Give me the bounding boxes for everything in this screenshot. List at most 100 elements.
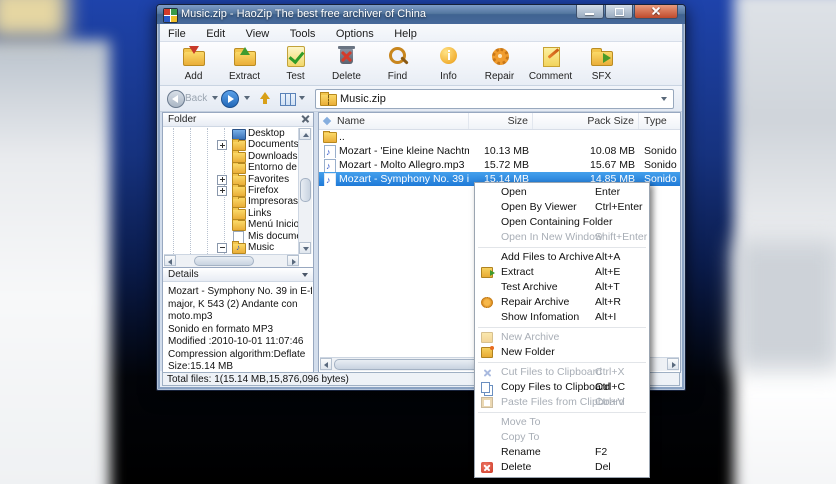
tree-item-documents[interactable]: Documents bbox=[164, 138, 298, 152]
tree-item-firefox[interactable]: Firefox bbox=[164, 184, 298, 197]
up-folder-icon[interactable] bbox=[260, 92, 270, 104]
address-combo[interactable]: Music.zip bbox=[315, 89, 674, 109]
menu-item-rename[interactable]: Rename F2 bbox=[475, 445, 649, 460]
menu-item-open-containing-folder[interactable]: Open Containing Folder bbox=[475, 215, 649, 230]
close-button[interactable] bbox=[634, 5, 678, 19]
maximize-button[interactable] bbox=[605, 5, 633, 19]
details-line: major, K 543 (2) Andante con bbox=[168, 298, 298, 310]
menu-item-repair-archive[interactable]: Repair Archive Alt+R bbox=[475, 295, 649, 310]
expand-minus-icon[interactable] bbox=[217, 242, 227, 253]
scroll-up-icon[interactable] bbox=[299, 128, 311, 140]
tree-item-desktop[interactable]: Desktop bbox=[164, 128, 298, 140]
menu-item-test-archive[interactable]: Test Archive Alt+T bbox=[475, 280, 649, 295]
tree-item-menu-inicio[interactable]: Menú Inicio bbox=[164, 218, 298, 232]
music-file-icon bbox=[324, 145, 336, 158]
expand-plus-icon[interactable] bbox=[217, 140, 227, 151]
tree-item-impresoras[interactable]: Impresoras bbox=[164, 195, 298, 209]
add-button[interactable]: Add bbox=[168, 42, 219, 84]
tree-item-favorites[interactable]: Favorites bbox=[164, 173, 298, 186]
scroll-left-icon[interactable] bbox=[164, 255, 176, 266]
window-title: Music.zip - HaoZip The best free archive… bbox=[181, 8, 426, 20]
menu-item-add-files-to-archive[interactable]: Add Files to Archive Alt+A bbox=[475, 250, 649, 265]
scroll-right-icon[interactable] bbox=[667, 358, 679, 370]
scroll-thumb[interactable] bbox=[194, 256, 254, 266]
blurred-background-right-mid bbox=[735, 240, 836, 370]
menu-options[interactable]: Options bbox=[328, 26, 382, 40]
cut-icon bbox=[481, 367, 493, 378]
menu-edit[interactable]: Edit bbox=[198, 26, 233, 40]
back-dropdown-icon[interactable] bbox=[212, 96, 218, 100]
menu-item-open[interactable]: Open Enter bbox=[475, 185, 649, 200]
menu-item-new-folder[interactable]: New Folder bbox=[475, 345, 649, 360]
chevron-down-icon[interactable] bbox=[302, 273, 308, 277]
table-row-molto-allegro[interactable]: Mozart - Molto Allegro.mp3 15.72 MB 15.6… bbox=[319, 158, 680, 172]
tree-item-music[interactable]: Music bbox=[164, 241, 298, 254]
column-header-size[interactable]: Size bbox=[469, 113, 533, 129]
menu-view[interactable]: View bbox=[238, 26, 278, 40]
scroll-right-icon[interactable] bbox=[287, 255, 299, 266]
copy-icon bbox=[481, 382, 490, 393]
tree-item-links[interactable]: Links bbox=[164, 207, 298, 220]
address-dropdown-icon[interactable] bbox=[661, 97, 667, 101]
expand-plus-icon[interactable] bbox=[217, 174, 227, 185]
table-row-parent-dir[interactable]: .. bbox=[319, 130, 680, 144]
menu-file[interactable]: File bbox=[160, 26, 194, 40]
details-content: Mozart - Symphony No. 39 in E-flat major… bbox=[164, 283, 312, 371]
tree-horizontal-scrollbar[interactable] bbox=[164, 254, 299, 267]
comment-icon bbox=[539, 45, 563, 68]
sfx-button[interactable]: SFX bbox=[576, 42, 627, 84]
menu-item-open-in-new-window: Open In New Window Shift+Enter bbox=[501, 231, 648, 243]
back-button[interactable] bbox=[167, 90, 185, 108]
title-bar[interactable]: Music.zip - HaoZip The best free archive… bbox=[157, 5, 685, 24]
column-header-pack-size[interactable]: Pack Size bbox=[533, 113, 639, 129]
views-icon[interactable] bbox=[280, 93, 296, 106]
address-path: Music.zip bbox=[340, 93, 386, 105]
column-header-type[interactable]: Type bbox=[639, 113, 680, 129]
tree-vertical-scrollbar[interactable] bbox=[298, 128, 312, 254]
paste-icon bbox=[481, 397, 493, 408]
forward-dropdown-icon[interactable] bbox=[244, 96, 250, 100]
scroll-thumb[interactable] bbox=[334, 359, 494, 370]
sort-ascending-icon bbox=[322, 116, 332, 126]
delete-button[interactable]: Delete bbox=[321, 42, 372, 84]
new-archive-icon bbox=[481, 332, 493, 343]
views-dropdown-icon[interactable] bbox=[299, 96, 305, 100]
info-button[interactable]: Info bbox=[423, 42, 474, 84]
tree-item-downloads[interactable]: Downloads bbox=[164, 150, 298, 163]
new-folder-icon bbox=[481, 346, 494, 358]
sfx-icon bbox=[590, 45, 614, 68]
scroll-down-icon[interactable] bbox=[299, 242, 311, 254]
menu-item-delete[interactable]: Delete Del bbox=[475, 460, 649, 475]
menu-item-open-by-viewer[interactable]: Open By Viewer Ctrl+Enter bbox=[475, 200, 649, 215]
menu-item-extract[interactable]: Extract Alt+E bbox=[475, 265, 649, 280]
toolbar: Add Extract Test Delete Find Info Repair… bbox=[160, 42, 682, 86]
details-line: Modified :2010-10-01 11:07:46 bbox=[168, 336, 304, 347]
repair-icon bbox=[481, 297, 493, 308]
menu-item-copy-files[interactable]: Copy Files to Clipboard Ctrl+C bbox=[475, 380, 649, 395]
details-line: Mozart - Symphony No. 39 in E-flat bbox=[168, 286, 312, 297]
column-header-name[interactable]: Name bbox=[319, 113, 469, 129]
scroll-left-icon[interactable] bbox=[320, 358, 332, 370]
table-row-eine-kleine[interactable]: Mozart - 'Eine kleine Nachtmus... 10.13 … bbox=[319, 144, 680, 158]
forward-button[interactable] bbox=[221, 90, 239, 108]
extract-button[interactable]: Extract bbox=[219, 42, 270, 84]
tree-item-entorno-de-red[interactable]: Entorno de red bbox=[164, 161, 298, 175]
details-panel: Details Mozart - Symphony No. 39 in E-fl… bbox=[162, 267, 314, 373]
menu-help[interactable]: Help bbox=[386, 26, 425, 40]
comment-button[interactable]: Comment bbox=[525, 42, 576, 84]
file-list-header: Name Size Pack Size Type bbox=[319, 113, 680, 130]
folder-icon bbox=[232, 218, 246, 232]
expand-plus-icon[interactable] bbox=[217, 185, 227, 196]
find-button[interactable]: Find bbox=[372, 42, 423, 84]
menu-item-new-archive: New Archive bbox=[475, 330, 649, 345]
close-icon[interactable] bbox=[301, 115, 309, 123]
tree-item-mis-documentos[interactable]: Mis documentos bbox=[164, 230, 298, 244]
menu-bar: File Edit View Tools Options Help bbox=[160, 24, 682, 42]
info-icon bbox=[437, 45, 461, 68]
test-button[interactable]: Test bbox=[270, 42, 321, 84]
menu-tools[interactable]: Tools bbox=[282, 26, 324, 40]
scroll-thumb[interactable] bbox=[300, 178, 311, 202]
minimize-button[interactable] bbox=[576, 5, 604, 19]
repair-button[interactable]: Repair bbox=[474, 42, 525, 84]
menu-item-show-information[interactable]: Show Infomation Alt+I bbox=[475, 310, 649, 325]
